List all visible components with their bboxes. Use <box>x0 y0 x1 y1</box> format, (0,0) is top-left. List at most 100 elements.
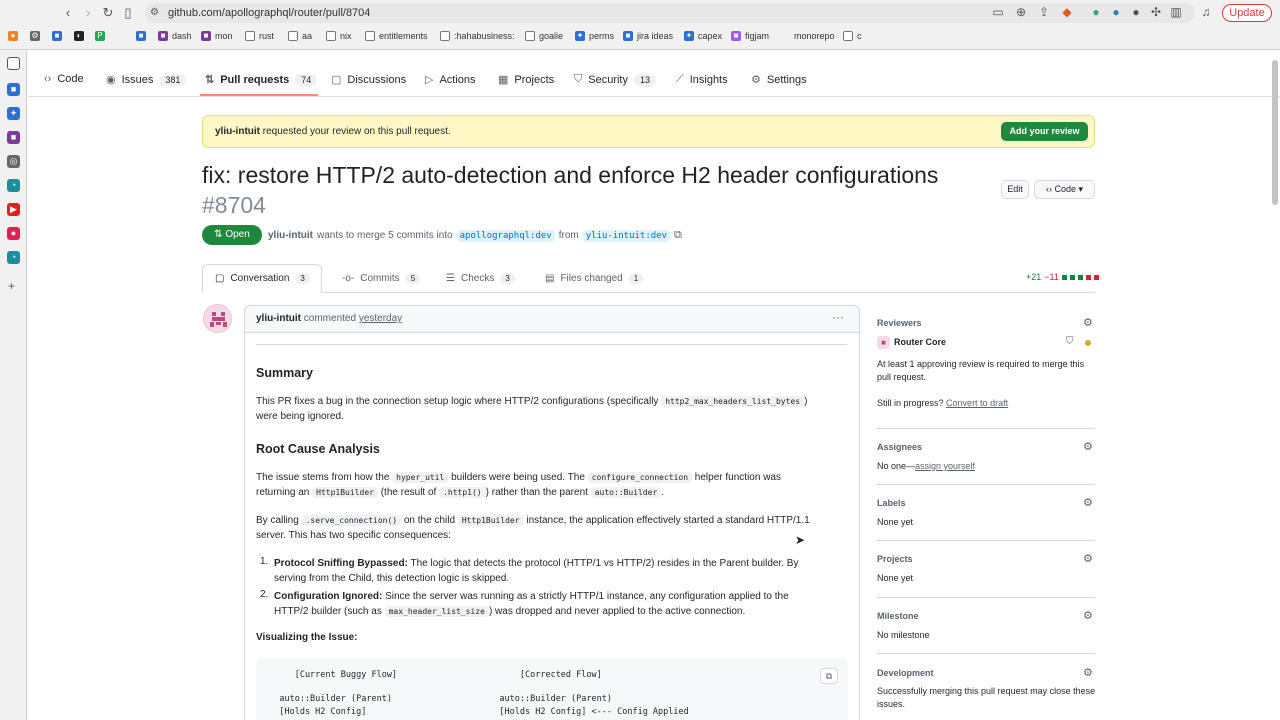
comment-timestamp[interactable]: yesterday <box>359 313 402 324</box>
gear-icon[interactable]: ⚙ <box>1083 496 1093 509</box>
tab-favicon[interactable]: ● <box>7 227 20 240</box>
bookmark-rust[interactable]: rust <box>245 31 274 41</box>
bookmark-icon: ■ <box>201 31 211 41</box>
bookmark-aa[interactable]: aa <box>288 31 312 41</box>
bookmark-entitlements[interactable]: entitlements <box>365 31 428 41</box>
cast-icon[interactable]: ▭ <box>990 5 1006 19</box>
inline-code: Http1Builder <box>312 487 378 498</box>
new-tab-icon[interactable]: + <box>8 279 15 293</box>
bookmark-item[interactable]: ◐ <box>74 31 84 41</box>
bookmark-monorepo[interactable]: monorepo <box>780 31 835 41</box>
back-icon[interactable]: ‹ <box>60 5 76 20</box>
pr-author-link[interactable]: yliu-intuit <box>268 230 313 241</box>
tab-insights[interactable]: ⟋ Insights <box>676 73 728 86</box>
avatar[interactable] <box>203 304 232 333</box>
bookmark-item[interactable]: P <box>95 31 105 41</box>
kebab-menu-icon[interactable]: ··· <box>832 310 844 324</box>
tab-actions[interactable]: ▷ Actions <box>425 73 476 87</box>
tab-favicon[interactable]: ◔ <box>7 251 20 264</box>
extension-icon[interactable]: ● <box>1088 5 1104 19</box>
puzzle-icon[interactable]: ✣ <box>1148 5 1164 19</box>
brave-shield-icon[interactable]: ◆ <box>1059 5 1075 19</box>
tab-favicon[interactable]: ◔ <box>7 179 20 192</box>
forward-icon[interactable]: › <box>80 5 96 20</box>
tab-projects[interactable]: ▦ Projects <box>498 73 554 87</box>
inline-code: http2_max_headers_list_bytes <box>661 396 805 407</box>
sidebar-panel-icon[interactable] <box>7 57 20 70</box>
tab-issues[interactable]: ◉ Issues 381 <box>106 73 187 86</box>
bookmark-icon: ⚙ <box>30 31 40 41</box>
assign-yourself-link[interactable]: assign yourself <box>915 461 975 471</box>
merge-text: wants to merge 5 commits into <box>317 230 453 241</box>
labels-value: None yet <box>877 517 914 527</box>
from-text: from <box>558 230 579 241</box>
bookmark-hahabusiness[interactable]: :hahabusiness: <box>440 31 515 41</box>
conversation-count: 3 <box>295 273 310 284</box>
gear-icon[interactable]: ⚙ <box>1083 440 1093 453</box>
youtube-icon[interactable]: ▶ <box>7 203 20 216</box>
tab-favicon[interactable]: ■ <box>7 83 20 96</box>
bookmark-icon[interactable]: ▯ <box>120 5 136 21</box>
reload-icon[interactable]: ↻ <box>100 5 116 21</box>
inline-code: auto::Builder <box>590 487 662 498</box>
scrollbar[interactable] <box>1272 60 1278 205</box>
checks-count: 3 <box>500 273 515 284</box>
bookmark-figjam[interactable]: ■ figjam <box>731 31 769 41</box>
zoom-icon[interactable]: ⊕ <box>1013 5 1029 19</box>
bookmark-c[interactable]: c <box>843 31 862 41</box>
banner-user-link[interactable]: yliu-intuit <box>215 126 260 137</box>
draft-question: Still in progress? <box>877 398 944 408</box>
gear-icon[interactable]: ⚙ <box>1083 609 1093 622</box>
tab-settings[interactable]: ⚙ Settings <box>751 73 807 87</box>
bookmark-jira-ideas[interactable]: ■ jira ideas <box>623 31 673 41</box>
bookmark-perms[interactable]: ✦ perms <box>575 31 614 41</box>
bookmark-mon[interactable]: ■ mon <box>201 31 233 41</box>
convert-to-draft-link[interactable]: Convert to draft <box>946 398 1008 408</box>
copy-icon[interactable]: ⧉ <box>820 668 838 684</box>
tab-favicon[interactable]: ◎ <box>7 155 20 168</box>
bookmark-nix[interactable]: nix <box>326 31 352 41</box>
extension-icon[interactable]: ● <box>1128 5 1144 19</box>
copy-icon[interactable]: ⧉ <box>674 229 682 242</box>
tab-discussions[interactable]: ▢ Discussions <box>331 73 406 87</box>
comment-meta: yliu-intuit commented yesterday <box>256 313 402 324</box>
tab-checks[interactable]: ☰ Checks 3 <box>446 273 515 284</box>
tab-files-changed[interactable]: ▤ Files changed 1 <box>545 273 644 284</box>
bookmark-dash[interactable]: ■ dash <box>158 31 192 41</box>
site-info-icon[interactable]: ⚙ <box>150 7 159 18</box>
gear-icon[interactable]: ⚙ <box>1083 666 1093 679</box>
bookmark-capex[interactable]: ✦ capex <box>684 31 722 41</box>
sidebar-toggle-icon[interactable]: ▥ <box>1168 5 1184 19</box>
media-icon[interactable]: ♫ <box>1198 5 1214 19</box>
tab-commits[interactable]: -o- Commits 5 <box>342 273 421 284</box>
share-icon[interactable]: ⇪ <box>1036 5 1052 19</box>
extension-icon[interactable]: ● <box>1108 5 1124 19</box>
tab-conversation[interactable]: ▢ Conversation 3 <box>215 273 310 284</box>
bookmark-item[interactable]: ■ <box>136 31 146 41</box>
base-branch[interactable]: apollographql:dev <box>456 229 555 242</box>
bookmark-item[interactable]: ■ <box>52 31 62 41</box>
tab-security[interactable]: ⛉ Security 13 <box>574 73 657 86</box>
tab-pull-requests[interactable]: ⇅ Pull requests 74 <box>205 73 318 86</box>
head-branch[interactable]: yliu-intuit:dev <box>582 229 671 242</box>
code-dropdown-button[interactable]: ‹› Code ▾ <box>1034 180 1095 199</box>
summary-text: This PR fixes a bug in the connection se… <box>256 396 662 407</box>
comment-author[interactable]: yliu-intuit <box>256 313 301 324</box>
bookmark-item[interactable]: ● <box>8 31 18 41</box>
tab-favicon[interactable]: ■ <box>7 131 20 144</box>
table-icon: ▦ <box>498 74 509 86</box>
gear-icon[interactable]: ⚙ <box>1083 552 1093 565</box>
discussion-icon: ▢ <box>331 74 342 86</box>
url-text[interactable]: github.com/apollographql/router/pull/870… <box>168 7 370 19</box>
folder-icon <box>365 31 375 41</box>
bookmark-item[interactable]: ⚙ <box>30 31 40 41</box>
reviewer-name[interactable]: Router Core <box>894 337 946 347</box>
bookmark-goalie[interactable]: goalie <box>525 31 563 41</box>
update-button[interactable]: Update <box>1222 4 1272 22</box>
tab-code[interactable]: ‹› Code <box>44 73 84 85</box>
edit-button[interactable]: Edit <box>1001 180 1029 199</box>
bookmark-icon: ■ <box>136 31 146 41</box>
add-review-button[interactable]: Add your review <box>1001 122 1088 141</box>
tab-favicon[interactable]: ✦ <box>7 107 20 120</box>
gear-icon[interactable]: ⚙ <box>1083 316 1093 329</box>
